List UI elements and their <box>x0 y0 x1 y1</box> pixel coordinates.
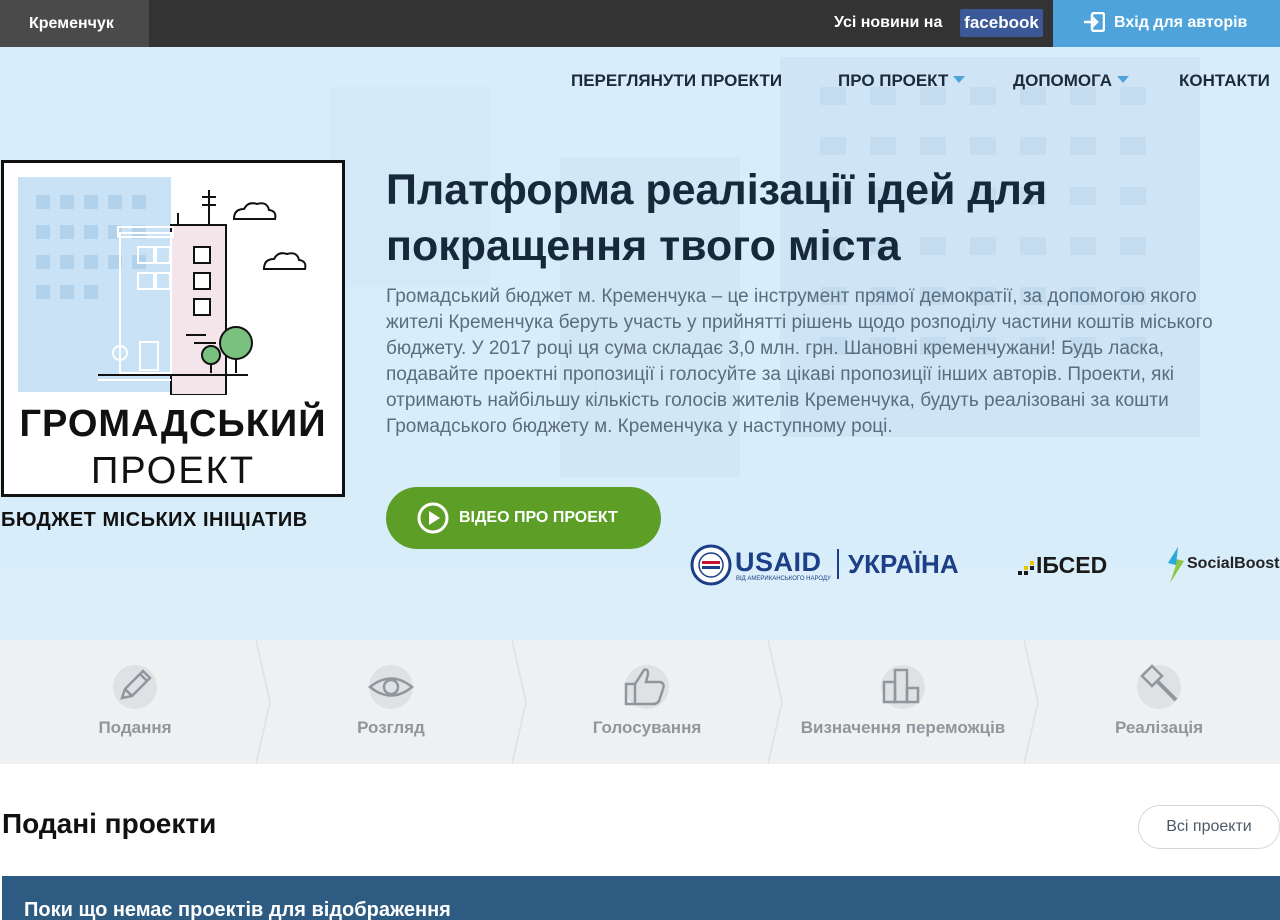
stage-implementation-label: Реалізація <box>1114 718 1204 737</box>
logo-subtitle: ПРОЕКТ <box>90 450 256 492</box>
author-login-label: Вхід для авторів <box>1114 14 1248 31</box>
socialboost-icon <box>1168 547 1184 583</box>
pencil-icon <box>113 665 157 709</box>
stage-submission-label: Подання <box>98 718 172 737</box>
eye-icon <box>368 665 414 709</box>
submitted-projects-title: Подані проекти <box>2 808 217 839</box>
building-illustration-icon <box>18 177 307 395</box>
all-projects-button[interactable]: Всі проекти <box>1138 805 1280 849</box>
nav-help-label: ДОПОМОГА <box>1013 71 1113 90</box>
hero-title-line-2: покращення твого міста <box>386 222 901 270</box>
login-icon <box>1084 12 1105 32</box>
stage-winners-label: Визначення переможців <box>800 718 1006 737</box>
hero-title-line-1: Платформа реалізації ідей для <box>386 166 1048 214</box>
video-about-project-button[interactable]: ВІДЕО ПРО ПРОЕКТ <box>386 487 661 549</box>
socialboost-logo-text: SocialBoost <box>1187 555 1280 572</box>
logo-caption: БЮДЖЕТ МІСЬКИХ ІНІЦІАТИВ <box>1 509 308 531</box>
hero-description: Громадський бюджет м. Кременчука – це ін… <box>386 286 1213 437</box>
chevron-down-icon <box>953 76 966 83</box>
usaid-logo-text: USAID <box>735 547 822 577</box>
empty-projects-message: Поки що немає проектів для відображення <box>24 899 451 920</box>
thumbs-up-icon <box>624 665 669 709</box>
nav-about-project[interactable]: ПРО ПРОЕКТ <box>838 69 966 93</box>
city-selector[interactable]: Кременчук <box>0 0 149 47</box>
chevron-down-icon <box>1117 76 1130 83</box>
usaid-seal-icon <box>690 544 732 586</box>
project-logo[interactable]: ГРОМАДСЬКИЙ ПРОЕКТ <box>1 160 345 497</box>
usaid-divider <box>837 549 839 579</box>
facebook-link[interactable]: facebook <box>960 9 1043 37</box>
stage-winners[interactable]: Визначення переможців <box>768 640 1024 764</box>
stage-implementation[interactable]: Реалізація <box>1024 640 1280 764</box>
empty-projects-banner: Поки що немає проектів для відображення <box>2 876 1280 920</box>
usaid-tagline: ВІД АМЕРИКАНСЬКОГО НАРОДУ <box>736 576 831 582</box>
stage-submission[interactable]: Подання <box>0 640 256 764</box>
author-login-button[interactable]: Вхід для авторів <box>1053 0 1280 47</box>
hammer-icon <box>1137 664 1181 709</box>
top-bar: Кременчук Усі новини на facebook Вхід дл… <box>0 0 1280 47</box>
nav-help[interactable]: ДОПОМОГА <box>1013 69 1130 93</box>
usaid-country: УКРАЇНА <box>848 549 959 579</box>
stage-voting[interactable]: Голосування <box>512 640 768 764</box>
all-news-label: Усі новини на <box>834 14 943 31</box>
video-button-label: ВІДЕО ПРО ПРОЕКТ <box>459 509 618 526</box>
nav-about-project-label: ПРО ПРОЕКТ <box>838 71 949 90</box>
nav-contacts-label: КОНТАКТИ <box>1179 71 1270 90</box>
play-icon <box>417 502 449 534</box>
project-stages-bar: Подання Розгляд Голосування Визначення п… <box>0 640 1280 764</box>
nav-view-projects-label: ПЕРЕГЛЯНУТИ ПРОЕКТИ <box>571 71 783 90</box>
logo-title: ГРОМАДСЬКИЙ <box>19 403 327 445</box>
hero-title: Платформа реалізації ідей для покращення… <box>386 162 1206 274</box>
stage-review[interactable]: Розгляд <box>256 640 512 764</box>
bar-chart-icon <box>881 665 925 709</box>
nav-view-projects[interactable]: ПЕРЕГЛЯНУТИ ПРОЕКТИ <box>571 69 782 93</box>
ibsed-logo-text: ІБСЕD <box>1036 552 1108 578</box>
stage-voting-label: Голосування <box>592 718 702 737</box>
hero-section: ПЕРЕГЛЯНУТИ ПРОЕКТИ ПРО ПРОЕКТ ДОПОМОГА … <box>0 47 1280 640</box>
stage-review-label: Розгляд <box>357 718 425 737</box>
nav-contacts[interactable]: КОНТАКТИ <box>1179 69 1270 93</box>
